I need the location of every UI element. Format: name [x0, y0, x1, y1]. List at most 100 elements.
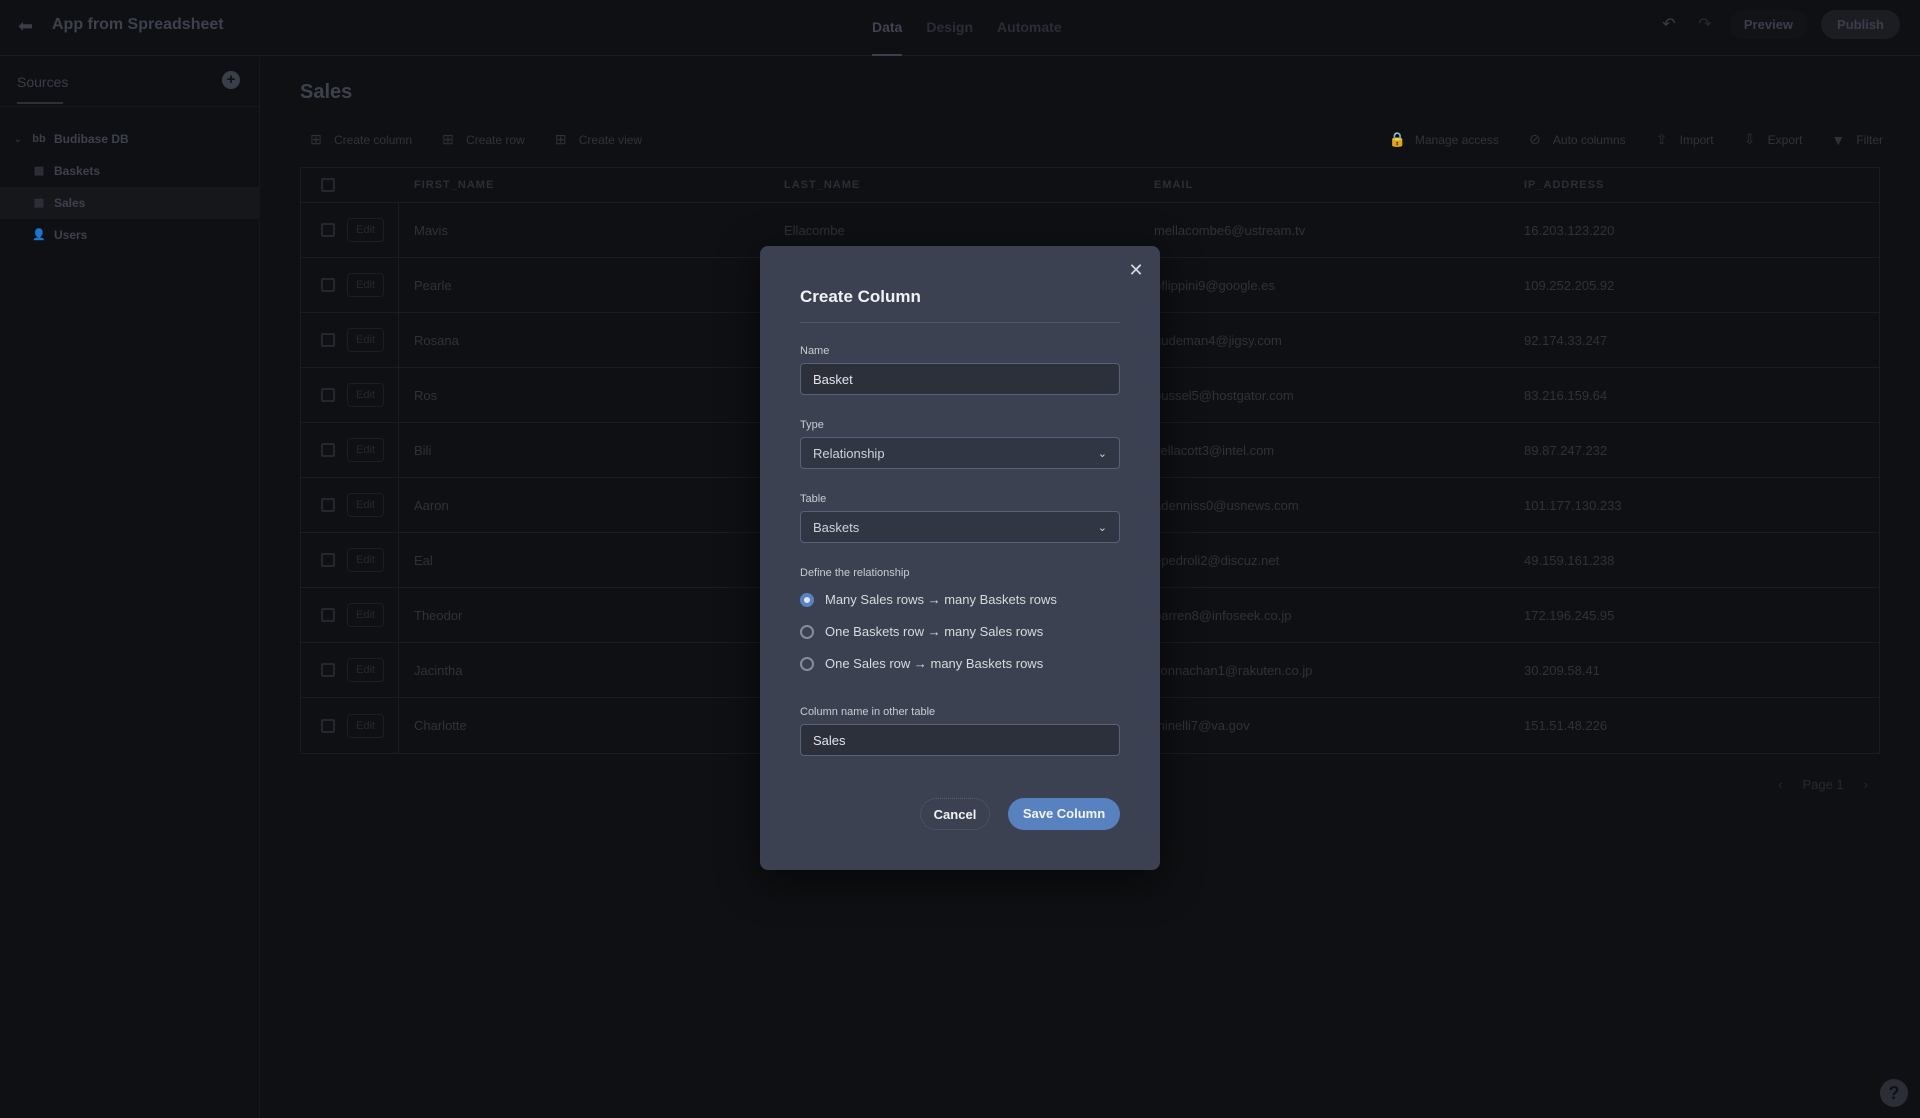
table-cell[interactable]: oflippini9@google.es	[1139, 278, 1509, 293]
radio-button[interactable]	[800, 656, 814, 671]
radio-label: Many Sales rows → many Baskets rows	[825, 592, 1057, 607]
table-cell[interactable]: 49.159.161.238	[1509, 553, 1849, 568]
tab-automate[interactable]: Automate	[997, 0, 1062, 56]
edit-row-button[interactable]: Edit	[347, 493, 384, 517]
table-cell[interactable]: connachan1@rakuten.co.jp	[1139, 663, 1509, 678]
row-checkbox[interactable]	[321, 443, 335, 457]
row-checkbox[interactable]	[321, 718, 335, 733]
table-cell[interactable]: Eal	[399, 553, 769, 568]
undo-icon[interactable]: ↶	[1658, 14, 1680, 36]
column-header[interactable]: FIRST_NAME	[399, 179, 769, 191]
edit-row-button[interactable]: Edit	[347, 603, 384, 627]
next-page-icon[interactable]: ›	[1864, 777, 1868, 792]
table-cell[interactable]: Pearle	[399, 278, 769, 293]
table-cell[interactable]: 172.196.245.95	[1509, 608, 1849, 623]
preview-button[interactable]: Preview	[1729, 10, 1808, 39]
table-cell[interactable]: Ellacombe	[769, 223, 1139, 238]
table-cell[interactable]: mellacombe6@ustream.tv	[1139, 223, 1509, 238]
name-input[interactable]: Basket	[800, 363, 1120, 395]
sources-tab[interactable]: Sources	[17, 74, 68, 104]
edit-row-button[interactable]: Edit	[347, 658, 384, 682]
table-cell[interactable]: bussel5@hostgator.com	[1139, 388, 1509, 403]
sidebar-item-baskets[interactable]: ▦ Baskets	[0, 155, 260, 187]
type-select[interactable]: Relationship ⌄	[800, 437, 1120, 469]
edit-row-button[interactable]: Edit	[347, 383, 384, 407]
sidebar-item-sales[interactable]: ▦ Sales	[0, 187, 260, 219]
table-cell[interactable]: 151.51.48.226	[1509, 718, 1849, 733]
import-button[interactable]: ⇪ Import	[1654, 131, 1714, 148]
edit-row-button[interactable]: Edit	[347, 713, 384, 738]
table-cell[interactable]: epedroli2@discuz.net	[1139, 553, 1509, 568]
row-checkbox[interactable]	[321, 223, 335, 237]
sidebar-item-label: Users	[54, 228, 88, 242]
chevron-down-icon[interactable]: ⌄	[14, 134, 26, 145]
table-cell[interactable]: 101.177.130.233	[1509, 498, 1849, 513]
select-all-checkbox[interactable]	[321, 178, 335, 192]
table-cell[interactable]: Rosana	[399, 333, 769, 348]
manage-access-button[interactable]: 🔒 Manage access	[1389, 131, 1499, 148]
column-header[interactable]: EMAIL	[1139, 179, 1509, 191]
tab-design[interactable]: Design	[926, 0, 973, 56]
edit-row-button[interactable]: Edit	[347, 438, 384, 462]
edit-row-button[interactable]: Edit	[347, 328, 384, 352]
help-icon[interactable]: ?	[1880, 1079, 1908, 1107]
table-cell[interactable]: Charlotte	[399, 718, 769, 733]
radio-button[interactable]	[800, 592, 814, 607]
save-column-button[interactable]: Save Column	[1008, 798, 1120, 830]
table-cell[interactable]: Jacintha	[399, 663, 769, 678]
table-cell[interactable]: Theodor	[399, 608, 769, 623]
radio-button[interactable]	[800, 624, 814, 639]
tool-label: Export	[1767, 132, 1803, 147]
sidebar-item-users[interactable]: 👤 Users	[0, 219, 260, 251]
column-header[interactable]: LAST_NAME	[769, 179, 1139, 191]
redo-icon[interactable]: ↷	[1694, 14, 1716, 36]
table-cell[interactable]: 30.209.58.41	[1509, 663, 1849, 678]
prev-page-icon[interactable]: ‹	[1778, 777, 1782, 792]
publish-button[interactable]: Publish	[1821, 10, 1900, 39]
tab-data[interactable]: Data	[872, 0, 903, 56]
relationship-option-one-sales-many-baskets[interactable]: One Sales row → many Baskets rows	[800, 656, 1043, 671]
cancel-button[interactable]: Cancel	[920, 798, 990, 830]
table-cell[interactable]: minelli7@va.gov	[1139, 718, 1509, 733]
table-cell[interactable]: 83.216.159.64	[1509, 388, 1849, 403]
auto-columns-button[interactable]: ⊘ Auto columns	[1527, 131, 1626, 148]
create-column-button[interactable]: ⊞ Create column	[308, 131, 412, 148]
chevron-down-icon: ⌄	[1097, 447, 1107, 460]
edit-row-button[interactable]: Edit	[347, 548, 384, 572]
row-checkbox[interactable]	[321, 333, 335, 347]
table-cell[interactable]: vellacott3@intel.com	[1139, 443, 1509, 458]
close-icon[interactable]: ✕	[1126, 260, 1146, 280]
table-cell[interactable]: Aaron	[399, 498, 769, 513]
table-cell[interactable]: Ros	[399, 388, 769, 403]
table-cell[interactable]: Mavis	[399, 223, 769, 238]
export-button[interactable]: ⇩ Export	[1742, 131, 1803, 148]
table-cell[interactable]: gudeman4@jigsy.com	[1139, 333, 1509, 348]
other-column-input[interactable]: Sales	[800, 724, 1120, 756]
datasource-budibase-db[interactable]: ⌄ bb Budibase DB	[0, 123, 260, 155]
edit-row-button[interactable]: Edit	[347, 273, 384, 297]
add-source-icon[interactable]: +	[222, 71, 240, 89]
table-cell[interactable]: 16.203.123.220	[1509, 223, 1849, 238]
row-checkbox[interactable]	[321, 608, 335, 622]
row-checkbox[interactable]	[321, 278, 335, 292]
table-cell[interactable]: 89.87.247.232	[1509, 443, 1849, 458]
filter-button[interactable]: ▼ Filter	[1830, 131, 1883, 148]
table-select[interactable]: Baskets ⌄	[800, 511, 1120, 543]
edit-row-button[interactable]: Edit	[347, 218, 384, 242]
table-cell[interactable]: 109.252.205.92	[1509, 278, 1849, 293]
relationship-option-one-baskets-many-sales[interactable]: One Baskets row → many Sales rows	[800, 624, 1043, 639]
column-header[interactable]: IP_ADDRESS	[1509, 179, 1849, 191]
table-cell[interactable]: 92.174.33.247	[1509, 333, 1849, 348]
back-arrow-icon[interactable]: ⬅	[18, 16, 38, 36]
row-checkbox[interactable]	[321, 498, 335, 512]
create-view-button[interactable]: ⊞ Create view	[553, 131, 642, 148]
row-checkbox[interactable]	[321, 553, 335, 567]
table-cell[interactable]: Bili	[399, 443, 769, 458]
table-cell[interactable]: adenniss0@usnews.com	[1139, 498, 1509, 513]
relationship-option-many-to-many[interactable]: Many Sales rows → many Baskets rows	[800, 592, 1057, 607]
create-row-button[interactable]: ⊞ Create row	[440, 131, 525, 148]
table-cell[interactable]: parren8@infoseek.co.jp	[1139, 608, 1509, 623]
row-checkbox[interactable]	[321, 388, 335, 402]
row-checkbox[interactable]	[321, 663, 335, 677]
table-label: Table	[800, 493, 827, 505]
